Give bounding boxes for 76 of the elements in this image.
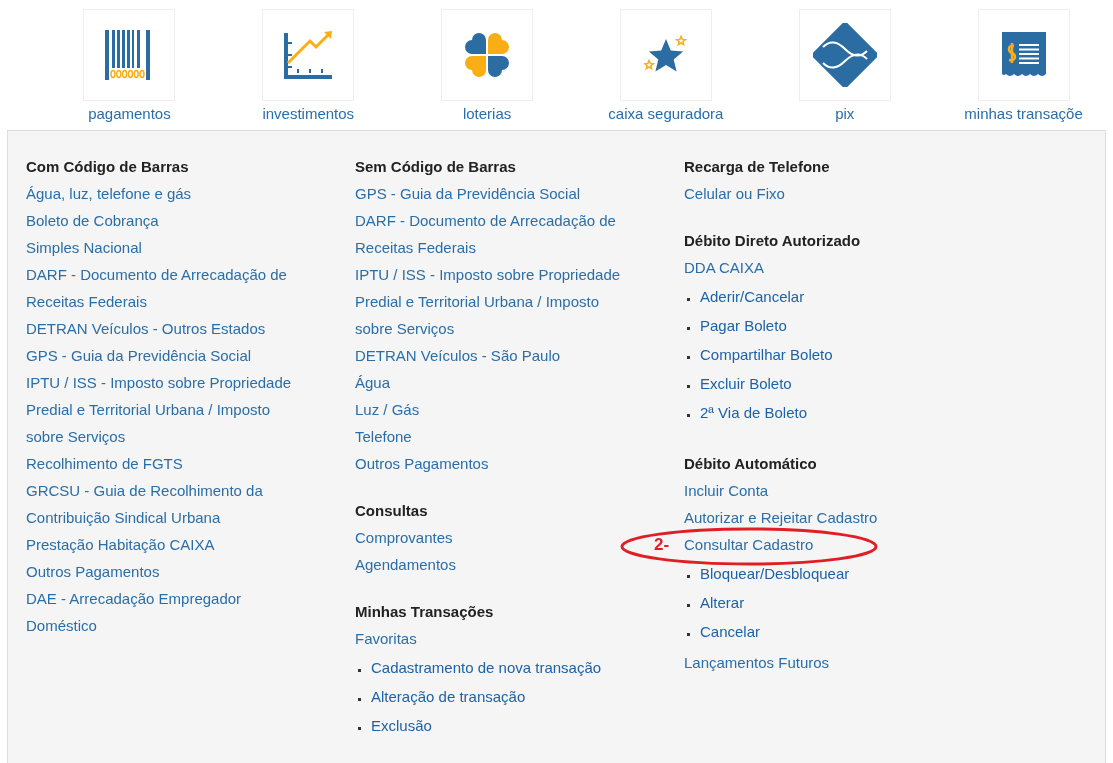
menu-link[interactable]: GRCSU - Guia de Recolhimento da Contribuição Sindical Urbana [26,477,305,531]
menu-link[interactable]: Exclusão [371,715,432,738]
menu-link[interactable]: GPS - Guia da Previdência Social [355,180,634,207]
diamond-icon [812,23,877,87]
section-heading: Consultas [355,501,429,521]
bullet-icon [358,726,361,730]
shortcut-link[interactable]: loterias [462,104,512,124]
menu-link[interactable]: Aderir/Cancelar [700,286,805,309]
menu-link[interactable]: Alteração de transação [371,686,526,709]
menu-link[interactable]: Cancelar [700,621,761,644]
menu-link[interactable]: DDA CAIXA [684,254,963,281]
bullet-icon [358,697,361,701]
shortcut-tile[interactable] [83,9,176,101]
menu-link[interactable]: Bloquear/Desbloquear [700,563,850,586]
shortcut-link[interactable]: caixa seguradora [608,104,724,124]
clover-icon [463,31,512,79]
menu-link[interactable]: Favoritas [355,625,634,652]
menu-link[interactable]: Recolhimento de FGTS [26,450,305,477]
menu-link[interactable]: Consultar Cadastro [684,531,963,558]
bullet-icon [687,326,690,330]
menu-link[interactable]: Água, luz, telefone e gás [26,180,305,207]
line-chart-icon [284,31,333,79]
menu-link[interactable]: IPTU / ISS - Imposto sobre Propriedade Predial e Territorial Urbana / Imposto sobre Serviços [26,369,305,450]
shortcut-tile[interactable] [619,9,712,101]
menu-link[interactable]: Boleto de Cobrança [26,207,305,234]
shortcut-link[interactable]: investimentos [262,104,355,124]
section-heading: Com Código de Barras [26,157,190,177]
shortcut-tile[interactable] [441,9,534,101]
shortcut-tile[interactable] [262,9,355,101]
menu-link[interactable]: Telefone [355,423,634,450]
menu-link[interactable]: Autorizar e Rejeitar Cadastro [684,504,963,531]
menu-link[interactable]: DARF - Documento de Arrecadação de Receitas Federais [355,207,634,261]
annotation-label: 2- [654,534,670,556]
section-heading: Sem Código de Barras [355,157,517,177]
section-heading: Débito Direto Autorizado [684,231,862,251]
menu-link[interactable]: DARF - Documento de Arrecadação de Receitas Federais [26,261,305,315]
menu-link[interactable]: Incluir Conta [684,477,963,504]
menu-link[interactable]: GPS - Guia da Previdência Social [26,342,305,369]
menu-link[interactable]: Comprovantes [355,524,634,551]
bullet-icon [687,574,690,578]
section-heading: Débito Automático [684,454,818,474]
menu-link[interactable]: DETRAN Veículos - São Paulo [355,342,634,369]
menu-link[interactable]: Luz / Gás [355,396,634,423]
menu-link[interactable]: Cadastramento de nova transação [371,657,602,680]
menu-link[interactable]: Celular ou Fixo [684,180,963,207]
bullet-icon [687,413,690,417]
shortcut-tile[interactable] [977,9,1070,101]
menu-link[interactable]: Prestação Habitação CAIXA [26,531,305,558]
menu-link[interactable]: Água [355,369,634,396]
menu-link[interactable]: Alterar [700,592,745,615]
shortcut-tile[interactable] [798,9,891,101]
receipt-icon [1001,32,1046,78]
shortcut-link[interactable]: minhas transaçõe [964,104,1083,124]
stars-icon [643,35,688,75]
menu-link[interactable]: DETRAN Veículos - Outros Estados [26,315,305,342]
bullet-icon [687,603,690,607]
menu-link[interactable]: Excluir Boleto [700,373,792,396]
menu-link[interactable]: Outros Pagamentos [26,558,305,585]
menu-link[interactable]: Lançamentos Futuros [684,649,963,676]
menu-link[interactable]: DAE - Arrecadação Empregador Doméstico [26,585,305,639]
shortcut-link[interactable]: pagamentos [88,104,171,124]
menu-link[interactable]: Compartilhar Boleto [700,344,833,367]
bullet-icon [687,632,690,636]
bullet-icon [687,297,690,301]
section-heading: Minhas Transações [355,602,495,622]
menu-link[interactable]: Simples Nacional [26,234,305,261]
bullet-icon [358,668,361,672]
menu-link[interactable]: Outros Pagamentos [355,450,634,477]
menu-link[interactable]: IPTU / ISS - Imposto sobre Propriedade Predial e Territorial Urbana / Imposto sobre Serviços [355,261,634,342]
menu-link[interactable]: 2ª Via de Boleto [700,402,808,425]
bullet-icon [687,355,690,359]
menu-link[interactable]: Pagar Boleto [700,315,787,338]
bullet-icon [687,384,690,388]
menu-link[interactable]: Agendamentos [355,551,634,578]
section-heading: Recarga de Telefone [684,157,831,177]
shortcut-link[interactable]: pix [835,104,855,124]
